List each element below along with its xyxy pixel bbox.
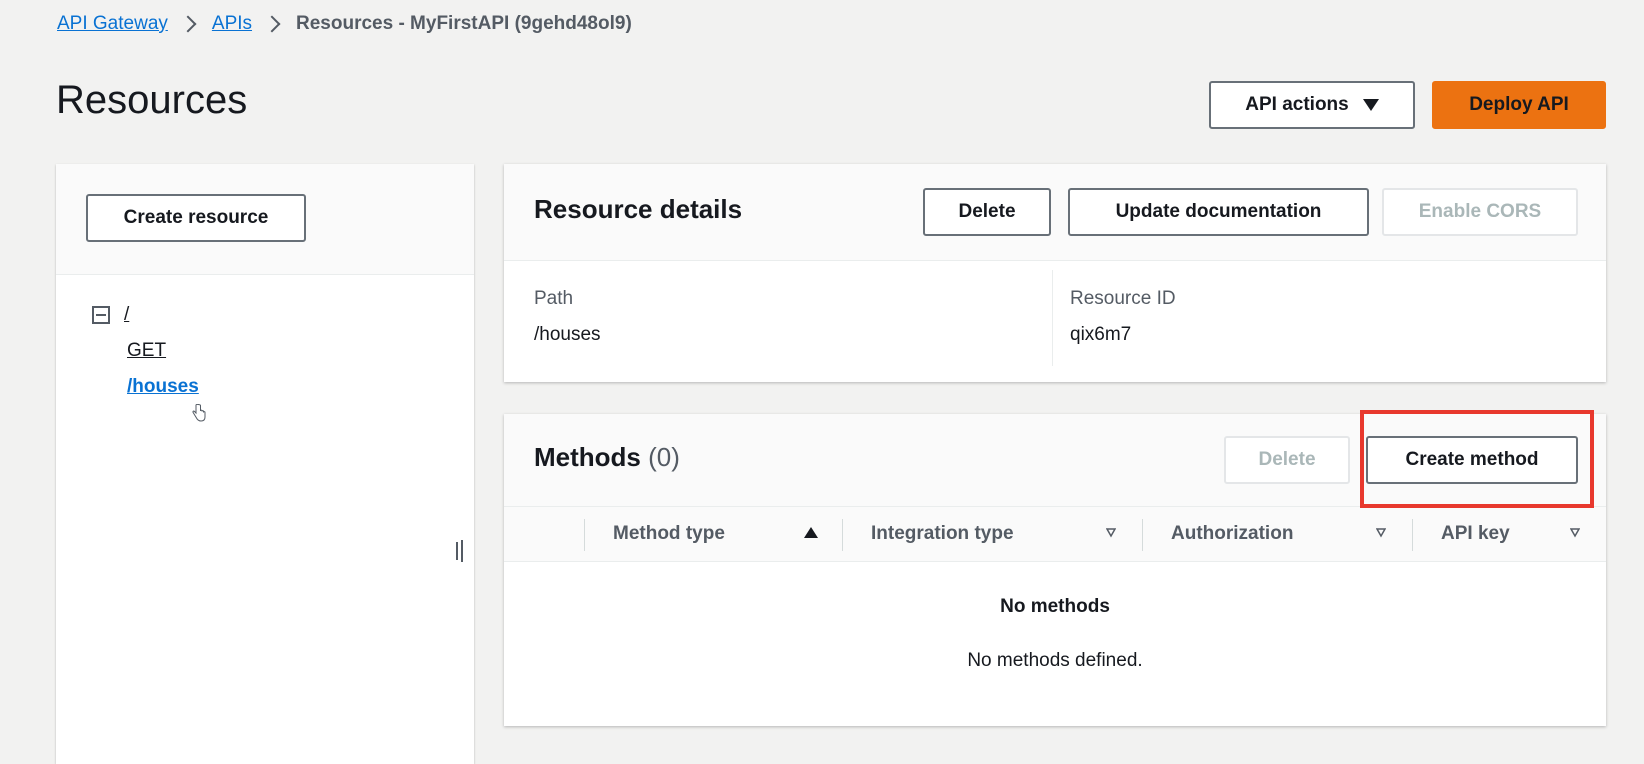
breadcrumb-current: Resources - MyFirstAPI (9gehd48ol9) [296, 13, 632, 34]
details-divider [1052, 270, 1053, 366]
methods-count: (0) [648, 442, 680, 472]
methods-title: Methods (0) [534, 442, 680, 473]
resource-id-field: Resource ID qix6m7 [1070, 288, 1176, 346]
deploy-api-button[interactable]: Deploy API [1432, 81, 1606, 129]
column-divider [1142, 519, 1143, 551]
resource-id-value: qix6m7 [1070, 324, 1132, 345]
breadcrumb: API Gateway APIs Resources - MyFirstAPI … [57, 10, 632, 38]
column-method-type[interactable]: Method type [613, 507, 725, 561]
column-divider [842, 519, 843, 551]
column-integration-type[interactable]: Integration type [871, 507, 1014, 561]
empty-state-description: No methods defined. [967, 650, 1143, 671]
resource-tree-panel: Create resource / GET /houses [56, 164, 474, 764]
caret-down-icon [1362, 99, 1379, 111]
path-label: Path [534, 288, 574, 309]
column-authorization[interactable]: Authorization [1171, 507, 1293, 561]
tree-item-get-label[interactable]: GET [127, 340, 166, 361]
column-api-key[interactable]: API key [1441, 507, 1510, 561]
highlight-annotation [1360, 410, 1594, 508]
methods-title-text: Methods [534, 442, 641, 472]
page-title: Resources [56, 78, 248, 122]
path-field: Path /houses [534, 288, 601, 346]
resource-tree: / GET /houses [92, 304, 199, 398]
breadcrumb-api-gateway[interactable]: API Gateway [57, 13, 168, 35]
chevron-right-icon [179, 15, 197, 33]
path-value: /houses [534, 324, 601, 345]
api-actions-label: API actions [1245, 94, 1349, 115]
sort-icon[interactable] [1570, 528, 1580, 538]
update-documentation-button[interactable]: Update documentation [1068, 188, 1369, 236]
tree-item-houses-label[interactable]: /houses [127, 376, 199, 397]
column-divider [1412, 519, 1413, 551]
delete-method-button[interactable]: Delete [1224, 436, 1350, 484]
sort-icon[interactable] [1376, 528, 1386, 538]
collapse-icon[interactable] [92, 306, 110, 324]
resource-id-label: Resource ID [1070, 288, 1176, 309]
resource-tree-header: Create resource [56, 164, 474, 275]
delete-resource-button[interactable]: Delete [923, 188, 1051, 236]
methods-table-header: Method type Integration type Authorizati… [504, 506, 1606, 562]
column-divider [584, 519, 585, 551]
empty-state-title: No methods [1000, 596, 1110, 617]
resource-details-title: Resource details [534, 194, 743, 224]
chevron-right-icon [263, 15, 281, 33]
breadcrumb-apis[interactable]: APIs [212, 13, 252, 35]
tree-item-houses: /houses [127, 376, 199, 398]
hand-pointer-icon [192, 404, 206, 422]
sort-icon[interactable] [1106, 528, 1116, 538]
create-resource-button[interactable]: Create resource [86, 194, 306, 242]
tree-item-root: / [92, 304, 199, 326]
resource-details-header: Resource details Delete Update documenta… [504, 164, 1606, 261]
api-actions-button[interactable]: API actions [1209, 81, 1415, 129]
resource-details-card: Resource details Delete Update documenta… [504, 164, 1606, 382]
sort-ascending-icon[interactable] [804, 527, 818, 538]
tree-item-get: GET [127, 340, 199, 362]
tree-item-root-label[interactable]: / [124, 304, 129, 326]
enable-cors-button[interactable]: Enable CORS [1382, 188, 1578, 236]
panel-resize-handle[interactable] [456, 540, 466, 562]
